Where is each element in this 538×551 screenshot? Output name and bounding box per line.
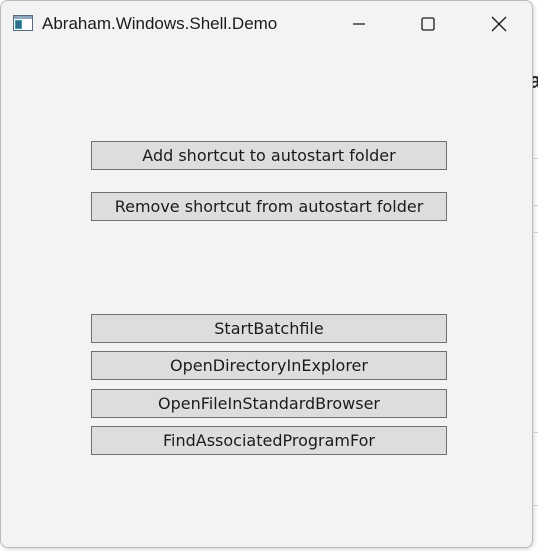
background-divider	[534, 205, 538, 206]
maximize-button[interactable]	[405, 1, 451, 47]
close-icon	[491, 16, 507, 32]
window-title: Abraham.Windows.Shell.Demo	[42, 14, 278, 33]
open-file-browser-button[interactable]: OpenFileInStandardBrowser	[91, 389, 447, 418]
app-window-icon	[13, 15, 33, 31]
app-window: Abraham.Windows.Shell.Demo Add shortcut …	[0, 0, 533, 548]
client-area: Add shortcut to autostart folder Remove …	[1, 47, 532, 547]
title-bar[interactable]: Abraham.Windows.Shell.Demo	[1, 1, 532, 47]
minimize-button[interactable]	[336, 1, 382, 47]
maximize-icon	[421, 17, 435, 31]
background-divider	[534, 432, 538, 433]
open-directory-button[interactable]: OpenDirectoryInExplorer	[91, 351, 447, 380]
background-divider	[534, 232, 538, 233]
add-shortcut-button[interactable]: Add shortcut to autostart folder	[91, 141, 447, 170]
close-button[interactable]	[476, 1, 522, 47]
remove-shortcut-button[interactable]: Remove shortcut from autostart folder	[91, 192, 447, 221]
background-divider	[534, 158, 538, 159]
minimize-icon	[353, 23, 365, 25]
background-divider	[534, 505, 538, 506]
start-batchfile-button[interactable]: StartBatchfile	[91, 314, 447, 343]
find-associated-program-button[interactable]: FindAssociatedProgramFor	[91, 426, 447, 455]
